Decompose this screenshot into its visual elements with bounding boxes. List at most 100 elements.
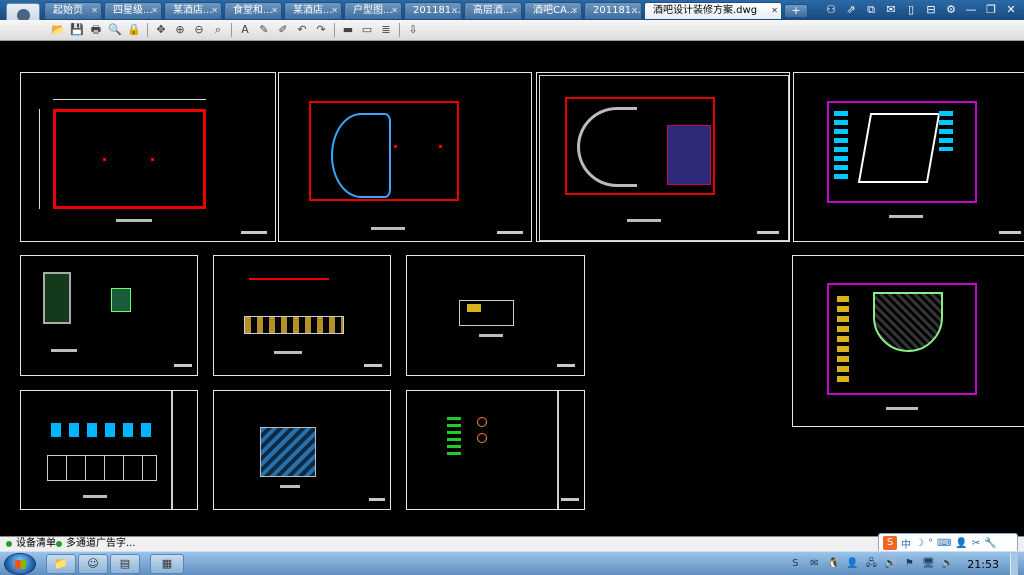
tab-document[interactable]: 201181... ✕ xyxy=(404,2,462,19)
tab-document[interactable]: 酒吧CA... ✕ xyxy=(524,2,582,19)
phone-icon[interactable]: ▯ xyxy=(904,2,918,17)
folder-icon[interactable]: 📁 xyxy=(46,554,76,574)
speaker-icon[interactable]: 🔈 xyxy=(940,557,954,571)
wrench-icon[interactable]: 🔧 xyxy=(984,538,996,549)
tab-document[interactable]: 户型图... ✕ xyxy=(344,2,402,19)
close-icon[interactable]: ✕ xyxy=(391,3,398,19)
export-icon[interactable]: ⇩ xyxy=(405,22,421,38)
zoom-in-icon[interactable]: ⊕ xyxy=(172,22,188,38)
toolbar-separator xyxy=(147,23,148,37)
ime-toolbar[interactable]: S 中 ☽ ° ⌨ 👤 ✂ 🔧 xyxy=(878,533,1018,553)
drawing-sheet[interactable] xyxy=(213,390,391,510)
user-icon[interactable]: 👤 xyxy=(845,557,859,571)
tab-document[interactable]: 某酒店... ✕ xyxy=(164,2,222,19)
tab-active-document[interactable]: 酒吧设计装修方案.dwg ✕ xyxy=(644,2,782,19)
close-icon[interactable]: ✕ xyxy=(91,3,98,19)
column-mark xyxy=(151,158,154,161)
save-icon[interactable]: 💾 xyxy=(69,22,85,38)
qq-icon[interactable]: 🐧 xyxy=(826,557,840,571)
sogou-logo-icon[interactable]: S xyxy=(883,536,897,550)
highlight-icon[interactable]: ✐ xyxy=(275,22,291,38)
screen-icon[interactable]: ⧉ xyxy=(864,2,878,17)
close-icon[interactable]: ✕ xyxy=(331,3,338,19)
message-icon[interactable]: ✉ xyxy=(884,2,898,17)
title-block xyxy=(369,498,385,501)
drawing-sheet[interactable] xyxy=(20,72,276,242)
keyboard-icon[interactable]: ⌨ xyxy=(937,538,951,549)
status-tab-equipment[interactable]: 设备清单 xyxy=(4,538,56,550)
drawing-sheet[interactable] xyxy=(213,255,391,376)
close-icon[interactable]: ✕ xyxy=(571,3,578,19)
stack-icon[interactable]: ▤ xyxy=(110,554,140,574)
redo-icon[interactable]: ↷ xyxy=(313,22,329,38)
bar-elevation xyxy=(244,316,344,334)
tab-label: 高层酒... xyxy=(473,5,513,16)
lock-icon[interactable]: 🔒 xyxy=(126,22,142,38)
user-icon[interactable]: 👤 xyxy=(955,538,967,549)
pan-icon[interactable]: ✥ xyxy=(153,22,169,38)
close-icon[interactable]: ✕ xyxy=(271,3,278,19)
drawing-canvas[interactable] xyxy=(0,41,1024,534)
drawing-sheet[interactable] xyxy=(792,255,1024,427)
drawing-sheet[interactable] xyxy=(406,390,585,510)
close-icon[interactable]: ✕ xyxy=(511,3,518,19)
close-icon[interactable]: ✕ xyxy=(451,3,458,19)
sogou-icon[interactable]: S xyxy=(788,557,802,571)
close-icon[interactable]: ✕ xyxy=(1004,2,1018,17)
monitor-icon[interactable]: 🖥 xyxy=(921,557,935,571)
sheet-border xyxy=(171,391,173,509)
show-desktop-button[interactable] xyxy=(1010,553,1018,575)
close-icon[interactable]: ✕ xyxy=(771,3,778,19)
ime-lang[interactable]: 中 xyxy=(901,536,911,551)
layer-bar-icon[interactable]: ▬ xyxy=(340,22,356,38)
tab-document[interactable]: 四星级... ✕ xyxy=(104,2,162,19)
open-icon[interactable]: 📂 xyxy=(50,22,66,38)
share-icon[interactable]: ⇗ xyxy=(844,2,858,17)
drawing-sheet[interactable] xyxy=(278,72,532,242)
sheet-title xyxy=(51,349,77,352)
pencil-icon[interactable]: ✎ xyxy=(256,22,272,38)
text-icon[interactable]: A xyxy=(237,22,253,38)
drawing-sheet[interactable] xyxy=(20,255,198,376)
print-preview-icon[interactable]: 🔍 xyxy=(107,22,123,38)
start-button[interactable] xyxy=(4,553,36,575)
avatar-icon[interactable]: ☺ xyxy=(78,554,108,574)
drawing-sheet[interactable] xyxy=(20,390,198,510)
volume-icon[interactable]: 🔊 xyxy=(883,557,897,571)
tab-document[interactable]: 201181... ✕ xyxy=(584,2,642,19)
flag-icon[interactable]: ⚑ xyxy=(902,557,916,571)
users-icon[interactable]: ⚇ xyxy=(824,2,838,17)
clock[interactable]: 21:53 xyxy=(967,558,999,571)
print-icon[interactable]: 🖶 xyxy=(88,22,104,38)
status-tab-signage[interactable]: 多通道广告字... xyxy=(54,538,136,550)
punctuation-icon[interactable]: ° xyxy=(928,538,933,549)
windows-taskbar: 📁 ☺ ▤ ▦ S ✉ 🐧 👤 🖧 🔊 ⚑ 🖥 🔈 21:53 xyxy=(0,551,1024,575)
detail-circle xyxy=(477,417,487,427)
drawing-sheet[interactable] xyxy=(793,72,1024,242)
title-block xyxy=(497,231,523,234)
gear-icon[interactable]: ⚙ xyxy=(944,2,958,17)
chat-icon[interactable]: ✉ xyxy=(807,557,821,571)
tab-start-page[interactable]: 起始页 ✕ xyxy=(44,2,102,19)
cad-icon[interactable]: ▦ xyxy=(150,554,184,574)
moon-icon[interactable]: ☽ xyxy=(915,538,924,549)
close-icon[interactable]: ✕ xyxy=(631,3,638,19)
restore-icon[interactable]: ❐ xyxy=(984,2,998,17)
tab-document[interactable]: 高层酒... ✕ xyxy=(464,2,522,19)
undo-icon[interactable]: ↶ xyxy=(294,22,310,38)
close-icon[interactable]: ✕ xyxy=(151,3,158,19)
close-icon[interactable]: ✕ xyxy=(211,3,218,19)
tab-document[interactable]: 某酒店... ✕ xyxy=(284,2,342,19)
zoom-window-icon[interactable]: ⌕ xyxy=(210,22,226,38)
tab-document[interactable]: 食堂和... ✕ xyxy=(224,2,282,19)
measure-icon[interactable]: ▭ xyxy=(359,22,375,38)
drawing-sheet[interactable] xyxy=(536,72,790,242)
minimize-icon[interactable]: — xyxy=(964,2,978,17)
collapse-icon[interactable]: ⊟ xyxy=(924,2,938,17)
network-icon[interactable]: 🖧 xyxy=(864,557,878,571)
new-tab-button[interactable]: + xyxy=(784,4,808,18)
drawing-sheet[interactable] xyxy=(406,255,585,376)
scissors-icon[interactable]: ✂ xyxy=(972,538,980,549)
zoom-out-icon[interactable]: ⊖ xyxy=(191,22,207,38)
layers-icon[interactable]: ≣ xyxy=(378,22,394,38)
